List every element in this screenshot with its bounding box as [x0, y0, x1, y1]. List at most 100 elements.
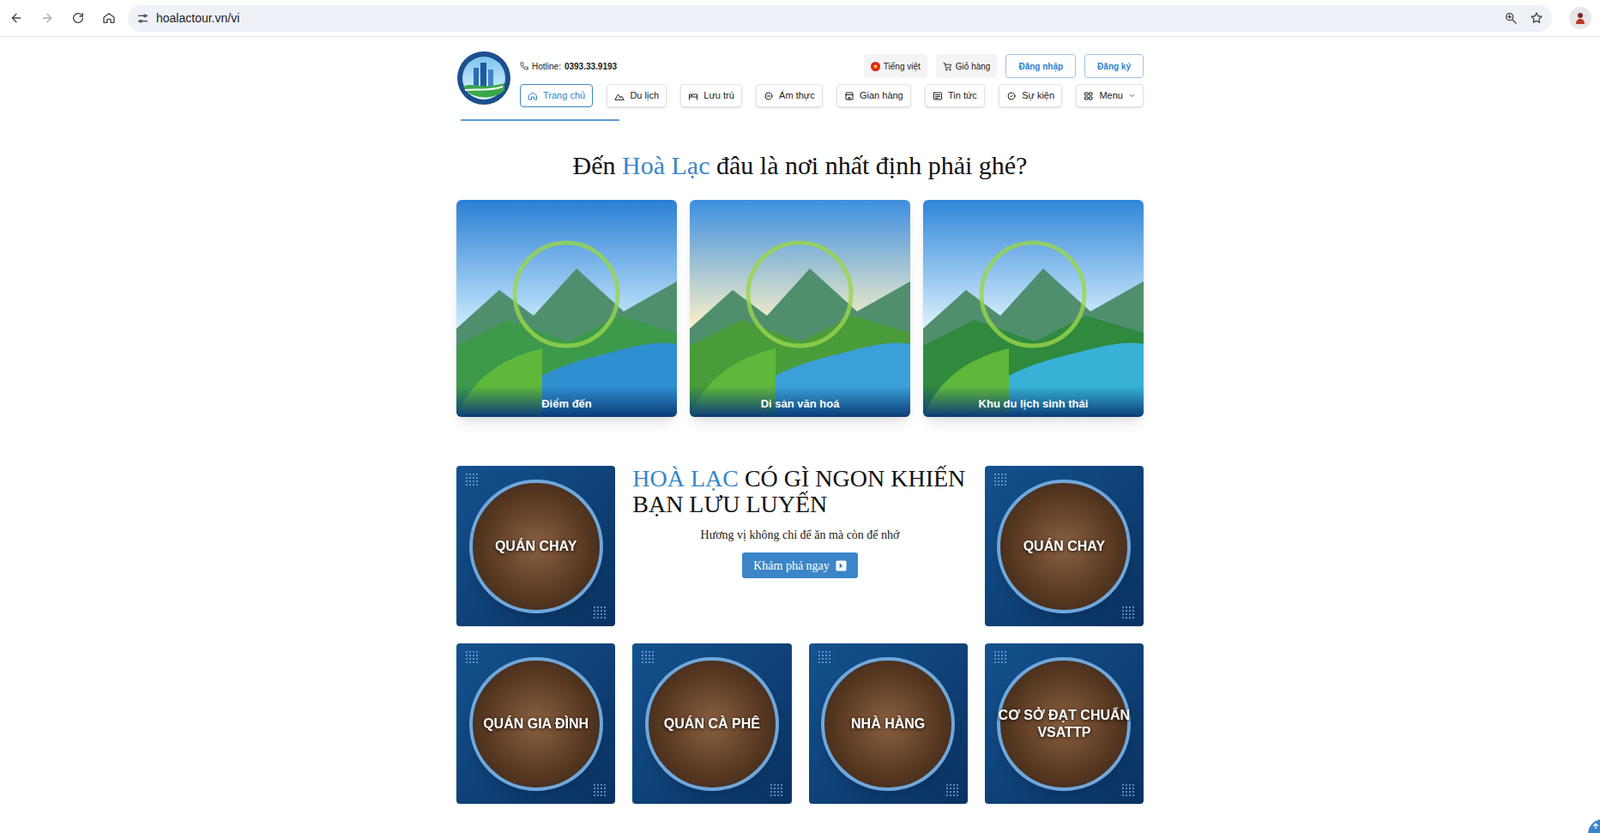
destination-label[interactable]: Khu du lịch sinh thái [978, 395, 1089, 413]
header-action-label[interactable]: Đăng nhập [1018, 60, 1063, 73]
nav-item[interactable]: Tin tức [924, 84, 985, 108]
header-top-row: Hotline:0393.33.9193 Tiếng việt Giỏ hàng Đă… [519, 54, 1144, 79]
nav-item-label[interactable]: Sự kiện [1021, 88, 1055, 103]
destination-card[interactable]: Điểm đến [456, 199, 677, 417]
food-category-label[interactable]: QUÁN CHAY [1023, 537, 1105, 556]
slider-underline [460, 119, 620, 121]
page-container: Hotline:0393.33.9193 Tiếng việt Giỏ hàng Đă… [456, 36, 1144, 804]
food-label-wrap: CƠ SỞ ĐẠT CHUẨN VSATTP [984, 643, 1144, 804]
food-label-wrap: QUÁN CÀ PHÊ [632, 643, 791, 804]
food-category-card[interactable]: QUÁN CÀ PHÊ [632, 643, 791, 804]
nav-item-icon [763, 90, 774, 102]
header-right: Hotline:0393.33.9193 Tiếng việt Giỏ hàng Đă… [519, 50, 1144, 108]
address-bar[interactable]: hoalactour.vn/vi [127, 5, 1552, 32]
back-icon[interactable] [1, 3, 31, 33]
food-category-card[interactable]: CƠ SỞ ĐẠT CHUẨN VSATTP [984, 643, 1144, 804]
header-action-label[interactable]: Đăng ký [1097, 60, 1131, 73]
food-category-label[interactable]: NHÀ HÀNG [851, 715, 925, 733]
food-title-highlight: HOÀ LẠC [632, 464, 739, 492]
nav-item-label[interactable]: Lưu trú [703, 88, 735, 103]
hotline-number[interactable]: 0393.33.9193 [564, 60, 617, 73]
food-category-card[interactable]: QUÁN CHAY [984, 465, 1144, 627]
nav-item-label[interactable]: Du lịch [629, 88, 659, 103]
nav-item[interactable]: Trang chủ [519, 84, 593, 108]
nav-item-icon [614, 90, 625, 102]
food-label-wrap: QUÁN CHAY [456, 465, 616, 627]
destination-label-band: Khu du lịch sinh thái [923, 386, 1144, 417]
food-category-card[interactable]: NHÀ HÀNG [809, 643, 968, 804]
site-info-icon[interactable] [136, 12, 150, 25]
destination-card[interactable]: Di sản văn hoá [689, 199, 911, 417]
nav-item[interactable]: Ẩm thực [755, 84, 823, 108]
destination-label[interactable]: Di sản văn hoá [760, 395, 840, 413]
food-intro: HOÀ LẠC CÓ GÌ NGON KHIẾN BẠN LƯU LUYẾNHư… [632, 465, 968, 627]
food-category-label[interactable]: QUÁN CHAY [495, 537, 577, 556]
arrow-up-icon [1591, 821, 1600, 831]
nav-item[interactable]: Du lịch [606, 84, 667, 108]
reload-icon[interactable] [63, 3, 93, 33]
dot-pattern [945, 783, 960, 797]
food-label-wrap: QUÁN CHAY [984, 465, 1144, 627]
dot-pattern [1121, 783, 1136, 797]
bookmark-star-icon[interactable] [1529, 11, 1544, 25]
destination-label[interactable]: Điểm đến [541, 395, 592, 413]
explore-button[interactable]: Khám phá ngay [742, 552, 858, 579]
header-action-label[interactable]: Giỏ hàng [955, 60, 991, 73]
food-label-wrap: QUÁN GIA ĐÌNH [456, 643, 616, 804]
url-text[interactable]: hoalactour.vn/vi [156, 9, 1498, 28]
dot-pattern [993, 650, 1008, 665]
explore-button-label[interactable]: Khám phá ngay [753, 556, 830, 575]
arrow-right-icon [835, 560, 847, 572]
home-icon[interactable] [94, 3, 124, 33]
header-action-button[interactable]: Tiếng việt [863, 54, 928, 79]
forward-icon[interactable] [32, 3, 62, 33]
profile-avatar[interactable] [1569, 6, 1592, 30]
nav-item[interactable]: Menu [1075, 84, 1144, 108]
food-label-wrap: NHÀ HÀNG [809, 643, 968, 804]
nav-item-label[interactable]: Tin tức [947, 88, 978, 103]
destination-photo [456, 199, 677, 417]
food-category-card[interactable]: QUÁN CHAY [456, 465, 616, 627]
dot-pattern [993, 472, 1008, 487]
food-grid: QUÁN CHAY HOÀ LẠC CÓ GÌ NGON KHIẾN BẠN LƯ… [456, 465, 1144, 804]
site-logo-icon[interactable] [456, 50, 512, 106]
destination-photo [689, 199, 911, 417]
nav-item-label[interactable]: Menu [1098, 88, 1124, 103]
hotline: Hotline:0393.33.9193 [519, 60, 617, 73]
cart-icon [942, 61, 953, 72]
nav-item-icon [1006, 90, 1017, 102]
dot-pattern [640, 650, 655, 665]
destination-cards: Điểm đến Di sản văn hoá Khu du lịch sinh t… [456, 199, 1144, 417]
header-action-button[interactable]: Đăng ký [1084, 54, 1144, 79]
header-action-button[interactable]: Đăng nhập [1005, 54, 1076, 79]
nav-item[interactable]: Sự kiện [998, 84, 1063, 108]
nav-item[interactable]: Gian hàng [836, 84, 912, 108]
browser-toolbar: hoalactour.vn/vi [0, 0, 1600, 37]
food-subtitle: Hương vị không chỉ để ăn mà còn để nhớ [632, 525, 968, 544]
destination-card[interactable]: Khu du lịch sinh thái [923, 199, 1144, 417]
nav-item-icon [688, 90, 699, 102]
dot-pattern [592, 783, 607, 797]
header-action-label[interactable]: Tiếng việt [883, 60, 921, 73]
nav-item[interactable]: Lưu trú [680, 84, 743, 108]
food-category-label[interactable]: QUÁN GIA ĐÌNH [483, 715, 589, 733]
dot-pattern [592, 605, 607, 620]
hotline-label: Hotline: [531, 60, 562, 73]
food-category-label[interactable]: CƠ SỞ ĐẠT CHUẨN VSATTP [995, 706, 1134, 742]
food-category-card[interactable]: QUÁN GIA ĐÌNH [456, 643, 616, 804]
title-end: đâu là nơi nhất định phải ghé? [709, 150, 1027, 180]
zoom-icon[interactable] [1503, 11, 1518, 25]
nav-item-label[interactable]: Ẩm thực [778, 88, 816, 103]
food-category-label[interactable]: QUÁN CÀ PHÊ [664, 715, 761, 733]
header-action-button[interactable]: Giỏ hàng [935, 54, 998, 79]
nav-item-label[interactable]: Gian hàng [859, 88, 904, 103]
nav-item-icon [932, 90, 943, 102]
main-nav: Trang chủ Du lịch Lưu trú Ẩm thực Gian hàng T… [519, 84, 1144, 108]
explore-button-wrap: Khám phá ngay [632, 552, 968, 579]
destinations-title: Đến Hoà Lạc đâu là nơi nhất định phải gh… [456, 150, 1144, 182]
scroll-top-button[interactable] [1587, 819, 1600, 833]
nav-item-label[interactable]: Trang chủ [543, 88, 586, 103]
title-highlight: Hoà Lạc [621, 150, 710, 180]
nav-item-icon [844, 90, 855, 102]
destination-photo [923, 199, 1144, 417]
